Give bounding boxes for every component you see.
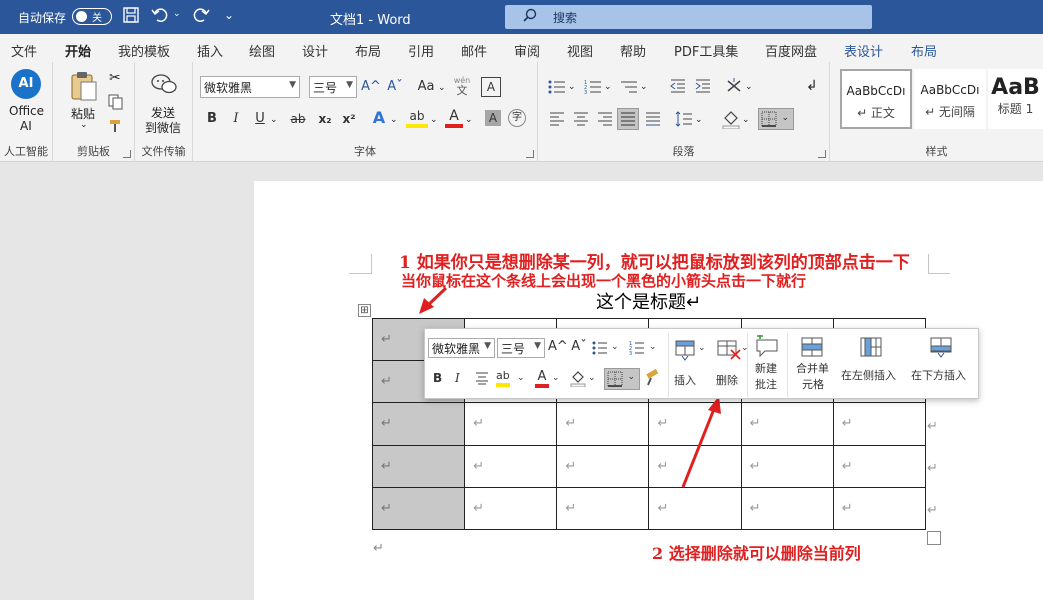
mini-insert-below-button[interactable]: 在下方插入 (909, 333, 979, 397)
chevron-down-icon: ▼ (534, 341, 541, 351)
mini-insert-dropdown-icon[interactable]: ⌄ (698, 343, 706, 353)
mini-grow-font-button[interactable]: A^ (548, 339, 568, 354)
mini-merge-cells-button[interactable]: 合并单 元格 (787, 333, 835, 397)
arrow-to-delete-button (681, 396, 721, 488)
mini-toolbar: 微软雅黑 ▼ 三号 ▼ A^ Aˇ ⌄ 123 ⌄ B I ab ⌄ A ⌄ ⌄ ⌄… (424, 328, 979, 399)
new-comment-icon (754, 333, 780, 360)
mini-delete-label[interactable]: 删除 (716, 373, 738, 389)
mini-insert-delete-group: ⌄ 插入 ⌄ 删除 (668, 333, 749, 397)
mini-highlight-button[interactable]: ab (496, 369, 510, 387)
mini-font-value: 微软雅黑 (432, 342, 481, 356)
merge-cells-label-2: 元格 (802, 378, 824, 391)
mini-insert-icon[interactable] (674, 337, 698, 364)
mini-borders-button[interactable]: ⌄ (604, 368, 640, 390)
mini-bullets-dropdown-icon[interactable]: ⌄ (611, 342, 619, 352)
mini-insert-label[interactable]: 插入 (674, 373, 696, 389)
mini-shrink-font-button[interactable]: Aˇ (570, 339, 588, 354)
mini-numbering-dropdown-icon[interactable]: ⌄ (649, 342, 657, 352)
mini-font-color-button[interactable]: A (535, 369, 549, 388)
mini-new-comment-button[interactable]: 新建 批注 (747, 333, 785, 397)
mini-shading-icon[interactable] (570, 369, 586, 390)
merge-cells-label-1: 合并单 (796, 362, 829, 375)
mini-size-value: 三号 (501, 342, 526, 356)
mini-font-color-dropdown-icon[interactable]: ⌄ (552, 373, 560, 383)
svg-text:3: 3 (629, 351, 632, 355)
mini-numbering-icon[interactable]: 123 (629, 341, 645, 358)
mini-italic-button[interactable]: I (455, 371, 460, 385)
mini-insert-left-button[interactable]: 在左侧插入 (837, 333, 907, 397)
mini-font-select[interactable]: 微软雅黑 ▼ (428, 338, 495, 358)
mini-bold-button[interactable]: B (433, 371, 442, 385)
mini-center-icon[interactable] (475, 372, 489, 388)
merge-cells-icon (800, 335, 824, 362)
word-window: 自动保存 关 ⌄ ⌄ 文档1 - Word 搜索 文件 开始 我的模板 插入 绘… (0, 0, 1043, 600)
insert-below-label: 在下方插入 (911, 369, 966, 382)
insert-left-icon (859, 335, 883, 362)
insert-left-label: 在左侧插入 (841, 369, 896, 382)
new-comment-label-2: 批注 (755, 378, 777, 391)
mini-borders-dropdown-icon: ⌄ (627, 372, 635, 382)
mini-delete-icon[interactable] (716, 337, 742, 364)
annotation-arrows (419, 286, 721, 488)
mini-size-select[interactable]: 三号 ▼ (497, 338, 545, 358)
arrow-to-column-top (419, 286, 448, 314)
mini-shading-dropdown-icon[interactable]: ⌄ (588, 373, 596, 383)
chevron-down-icon: ▼ (484, 341, 491, 351)
insert-below-icon (929, 335, 953, 362)
mini-bullets-icon[interactable] (592, 341, 608, 358)
new-comment-label-1: 新建 (755, 362, 777, 375)
mini-format-painter-icon[interactable] (645, 368, 661, 390)
mini-highlight-dropdown-icon[interactable]: ⌄ (517, 373, 525, 383)
